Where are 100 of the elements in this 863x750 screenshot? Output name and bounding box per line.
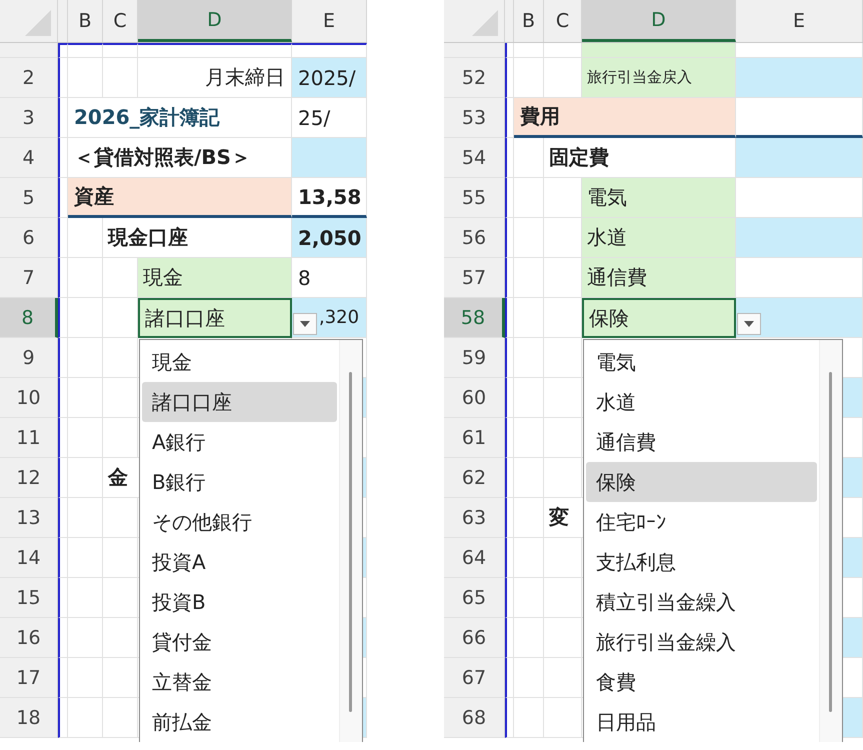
dropdown-option[interactable]: 投資A bbox=[142, 542, 337, 582]
row-header[interactable]: 53 bbox=[444, 98, 505, 138]
table-cell bbox=[58, 458, 68, 498]
column-header[interactable]: E bbox=[292, 0, 367, 42]
row-header[interactable]: 59 bbox=[444, 338, 505, 378]
scrollbar[interactable] bbox=[339, 340, 362, 742]
column-header[interactable]: B bbox=[68, 0, 103, 42]
scrollbar[interactable] bbox=[819, 340, 842, 742]
row-header[interactable]: 17 bbox=[0, 658, 58, 698]
row-header[interactable]: 60 bbox=[444, 378, 505, 418]
column-header[interactable]: B bbox=[514, 0, 544, 42]
table-cell: 現金 bbox=[138, 258, 292, 298]
dropdown-option[interactable]: 住宅ﾛｰﾝ bbox=[586, 502, 817, 542]
table-cell bbox=[505, 58, 514, 98]
table-cell bbox=[103, 58, 138, 98]
row-header[interactable]: 18 bbox=[0, 698, 58, 738]
dropdown-option[interactable]: 通信費 bbox=[586, 422, 817, 462]
row-header[interactable]: 8 bbox=[0, 298, 58, 338]
row-header[interactable]: 14 bbox=[0, 538, 58, 578]
table-cell: 電気 bbox=[582, 178, 736, 218]
dropdown-option[interactable]: A銀行 bbox=[142, 422, 337, 462]
table-cell bbox=[505, 458, 514, 498]
column-header[interactable]: E bbox=[736, 0, 863, 42]
scrollbar-thumb[interactable] bbox=[349, 372, 352, 712]
dropdown-option[interactable]: 諸口口座 bbox=[142, 382, 337, 422]
row-header[interactable]: 66 bbox=[444, 618, 505, 658]
row-header[interactable]: 13 bbox=[0, 498, 58, 538]
column-header[interactable]: D bbox=[582, 0, 736, 42]
table-cell bbox=[58, 378, 68, 418]
row-header[interactable]: 65 bbox=[444, 578, 505, 618]
row-header[interactable]: 52 bbox=[444, 58, 505, 98]
row-header[interactable]: 62 bbox=[444, 458, 505, 498]
row-header[interactable] bbox=[0, 43, 58, 58]
row-header[interactable]: 55 bbox=[444, 178, 505, 218]
table-cell bbox=[68, 218, 103, 258]
table-cell bbox=[103, 498, 138, 538]
row-header[interactable]: 15 bbox=[0, 578, 58, 618]
row-header[interactable] bbox=[444, 43, 505, 58]
row-header[interactable]: 10 bbox=[0, 378, 58, 418]
table-cell bbox=[58, 498, 68, 538]
row-header[interactable]: 56 bbox=[444, 218, 505, 258]
dropdown-option[interactable]: 前払金 bbox=[142, 702, 337, 742]
row-header[interactable]: 9 bbox=[0, 338, 58, 378]
dropdown-option[interactable]: B銀行 bbox=[142, 462, 337, 502]
table-cell bbox=[505, 538, 514, 578]
table-cell bbox=[68, 498, 103, 538]
row-header[interactable]: 6 bbox=[0, 218, 58, 258]
row-header[interactable]: 64 bbox=[444, 538, 505, 578]
table-cell bbox=[505, 658, 514, 698]
table-cell bbox=[514, 578, 544, 618]
row-header[interactable]: 58 bbox=[444, 298, 505, 338]
dropdown-option[interactable]: その他銀行 bbox=[142, 502, 337, 542]
dropdown-option[interactable]: 支払利息 bbox=[586, 542, 817, 582]
row-header[interactable]: 12 bbox=[0, 458, 58, 498]
dropdown-option[interactable]: 旅行引当金繰入 bbox=[586, 622, 817, 662]
table-cell bbox=[68, 258, 103, 298]
table-cell bbox=[514, 178, 544, 218]
table-cell bbox=[58, 298, 68, 338]
table-cell bbox=[68, 298, 103, 338]
dropdown-option[interactable]: 現金 bbox=[142, 342, 337, 382]
table-cell: 通信費 bbox=[582, 258, 736, 298]
row-header[interactable]: 54 bbox=[444, 138, 505, 178]
table-cell bbox=[544, 538, 582, 578]
row-header[interactable]: 4 bbox=[0, 138, 58, 178]
table-cell bbox=[505, 218, 514, 258]
table-cell bbox=[544, 618, 582, 658]
row-header[interactable]: 67 bbox=[444, 658, 505, 698]
dropdown-button[interactable] bbox=[293, 313, 317, 335]
table-cell bbox=[514, 658, 544, 698]
dropdown-option[interactable]: 食費 bbox=[586, 662, 817, 702]
dropdown-option[interactable]: 投資B bbox=[142, 582, 337, 622]
row-header[interactable]: 2 bbox=[0, 58, 58, 98]
table-cell bbox=[68, 578, 103, 618]
row-header[interactable]: 57 bbox=[444, 258, 505, 298]
row-header[interactable]: 68 bbox=[444, 698, 505, 738]
dropdown-option[interactable]: 日用品 bbox=[586, 702, 817, 742]
row-header[interactable]: 11 bbox=[0, 418, 58, 458]
table-cell bbox=[514, 43, 544, 58]
table-cell bbox=[58, 258, 68, 298]
table-cell bbox=[58, 338, 68, 378]
dropdown-option[interactable]: 立替金 bbox=[142, 662, 337, 702]
table-cell bbox=[505, 258, 514, 298]
dropdown-option[interactable]: 貸付金 bbox=[142, 622, 337, 662]
table-cell bbox=[58, 43, 68, 58]
row-header[interactable]: 16 bbox=[0, 618, 58, 658]
scrollbar-thumb[interactable] bbox=[829, 372, 832, 712]
dropdown-option[interactable]: 積立引当金繰入 bbox=[586, 582, 817, 622]
table-cell bbox=[505, 498, 514, 538]
dropdown-option[interactable]: 水道 bbox=[586, 382, 817, 422]
row-header[interactable]: 61 bbox=[444, 418, 505, 458]
dropdown-option[interactable]: 保険 bbox=[586, 462, 817, 502]
column-header[interactable]: D bbox=[138, 0, 292, 42]
table-cell bbox=[103, 618, 138, 658]
dropdown-option[interactable]: 電気 bbox=[586, 342, 817, 382]
row-header[interactable]: 3 bbox=[0, 98, 58, 138]
row-header[interactable]: 7 bbox=[0, 258, 58, 298]
row-header[interactable]: 63 bbox=[444, 498, 505, 538]
dropdown-button[interactable] bbox=[737, 313, 761, 335]
row-header[interactable]: 5 bbox=[0, 178, 58, 218]
table-cell bbox=[58, 218, 68, 258]
